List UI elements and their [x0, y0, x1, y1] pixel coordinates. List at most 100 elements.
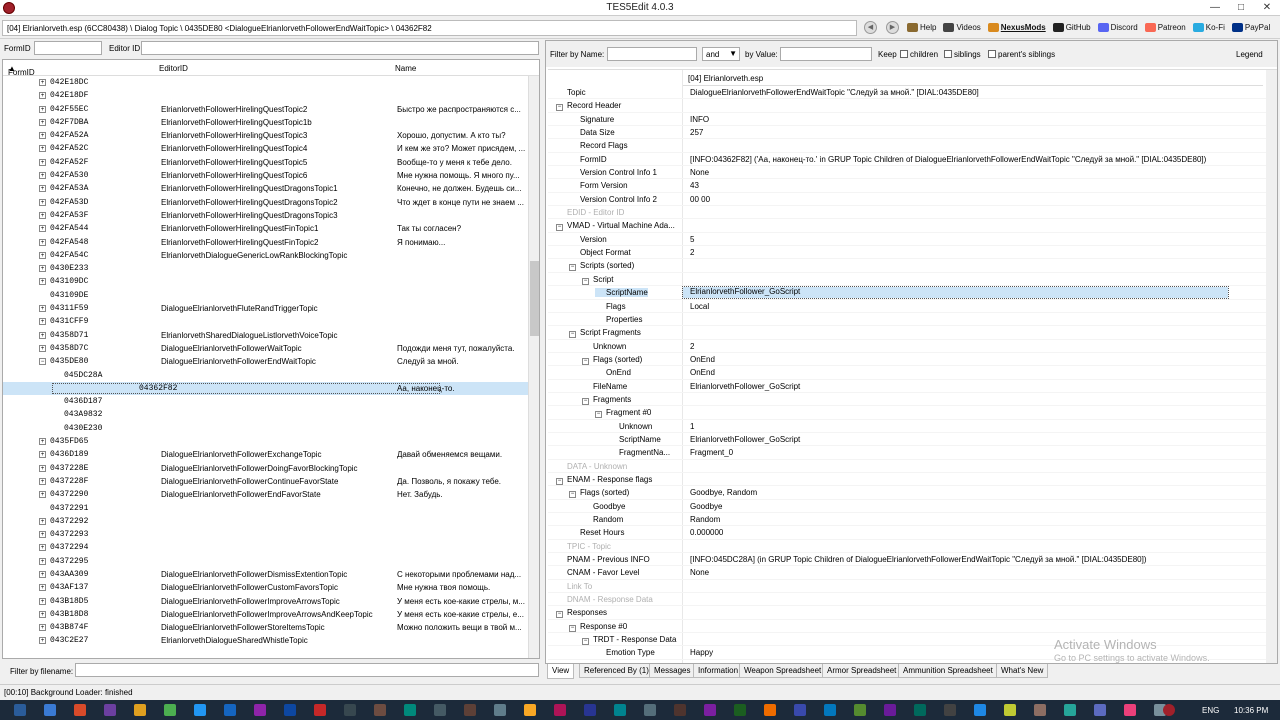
field-value[interactable]: 257 — [690, 128, 1230, 137]
expand-icon[interactable]: − — [39, 358, 46, 366]
taskbar-app-icon[interactable] — [164, 704, 176, 716]
tree-row[interactable]: +0437228E DialogueElrianlorvethFollowerDo… — [3, 462, 529, 475]
record-row[interactable]: TPIC - Topic — [548, 540, 1266, 554]
children-checkbox[interactable]: children — [900, 50, 938, 59]
record-path-field[interactable]: [04] Elrianlorveth.esp (6CC80438) \ Dial… — [2, 20, 857, 36]
taskbar-app-icon[interactable] — [524, 704, 536, 716]
link-help[interactable]: Help — [907, 23, 936, 32]
collapse-icon[interactable]: − — [582, 638, 589, 646]
taskbar-app-icon[interactable] — [434, 704, 446, 716]
field-value[interactable]: None — [690, 568, 1230, 577]
collapse-icon[interactable]: − — [556, 611, 563, 619]
collapse-icon[interactable]: − — [569, 331, 576, 339]
record-row[interactable]: CNAM - Favor Level None — [548, 566, 1266, 580]
field-value[interactable]: 2 — [690, 248, 1230, 257]
expand-icon[interactable]: + — [39, 238, 46, 246]
tab-messages[interactable]: Messages — [649, 664, 696, 678]
taskbar-app-icon[interactable] — [794, 704, 806, 716]
tree-row[interactable]: +042FA53A ElrianlorvethFollowerHirelingQu… — [3, 182, 529, 195]
record-row[interactable]: Data Size 257 — [548, 126, 1266, 140]
tree-row[interactable]: +04372294 — [3, 541, 529, 554]
taskbar-app-icon[interactable] — [104, 704, 116, 716]
taskbar-app-icon[interactable] — [464, 704, 476, 716]
tree-row[interactable]: +043B18D8 DialogueElrianlorvethFollowerIm… — [3, 608, 529, 621]
expand-icon[interactable]: + — [39, 185, 46, 193]
expand-icon[interactable]: + — [39, 344, 46, 352]
field-value[interactable]: Goodbye — [690, 502, 1230, 511]
back-icon[interactable]: ◀ — [864, 21, 877, 34]
record-row[interactable]: PNAM - Previous INFO [INFO:045DC28A] (in … — [548, 553, 1266, 567]
tree-row[interactable]: +0431CFF9 — [3, 315, 529, 328]
tree-row[interactable]: +042E18DC — [3, 76, 529, 89]
tree-row[interactable]: +043AA309 DialogueElrianlorvethFollowerDi… — [3, 568, 529, 581]
field-value[interactable]: 5 — [690, 235, 1230, 244]
taskbar-app-icon[interactable] — [1124, 704, 1136, 716]
record-row[interactable]: FormID [INFO:04362F82] ('Аа, наконец-то.'… — [548, 153, 1266, 167]
parents-siblings-checkbox[interactable]: parent's siblings — [988, 50, 1055, 59]
close-button[interactable]: ✕ — [1254, 0, 1280, 16]
tree-row[interactable]: +04311F59 DialogueElrianlorvethFluteRandT… — [3, 302, 529, 315]
field-value[interactable]: 1 — [690, 422, 1230, 431]
record-row[interactable]: FileName ElrianlorvethFollower_GoScript — [548, 380, 1266, 393]
tree-row[interactable]: +042F7DBA ElrianlorvethFollowerHirelingQu… — [3, 116, 529, 129]
filename-filter-input[interactable] — [75, 663, 539, 677]
tree-row[interactable]: +043AF137 DialogueElrianlorvethFollowerCu… — [3, 581, 529, 594]
record-row[interactable]: − Fragments — [548, 393, 1266, 407]
record-row[interactable]: Unknown 2 — [548, 340, 1266, 353]
taskbar-app-icon[interactable] — [1034, 704, 1046, 716]
taskbar-app-icon[interactable] — [374, 704, 386, 716]
tree-row[interactable]: +0435FD65 — [3, 435, 529, 448]
collapse-icon[interactable]: − — [556, 477, 563, 485]
record-row[interactable]: Link To — [548, 580, 1266, 594]
link-github[interactable]: GitHub — [1052, 23, 1091, 32]
record-row[interactable]: Properties — [548, 313, 1266, 327]
field-value[interactable]: 43 — [690, 181, 1230, 190]
record-row[interactable]: − Script Fragments — [548, 326, 1266, 340]
expand-icon[interactable]: + — [39, 225, 46, 233]
field-value[interactable]: 00 00 — [690, 195, 1230, 204]
field-value[interactable]: [INFO:045DC28A] (in GRUP Topic Children … — [690, 555, 1230, 564]
record-row[interactable]: Version Control Info 1 None — [548, 166, 1266, 180]
taskbar-app-icon[interactable] — [254, 704, 266, 716]
tree-row[interactable]: +043B874F DialogueElrianlorvethFollowerSt… — [3, 621, 529, 634]
record-row[interactable]: − VMAD - Virtual Machine Ada... — [548, 219, 1266, 233]
tab-what-s-new[interactable]: What's New — [996, 664, 1049, 678]
record-row[interactable]: Flags Local — [548, 300, 1266, 313]
taskbar-app-icon[interactable] — [734, 704, 746, 716]
record-row[interactable]: DATA - Unknown — [548, 460, 1266, 473]
record-row[interactable]: Version 5 — [548, 233, 1266, 247]
expand-icon[interactable]: + — [39, 331, 46, 339]
record-row[interactable]: Random Random — [548, 513, 1266, 527]
record-row[interactable]: − Fragment #0 — [548, 406, 1266, 420]
record-row[interactable]: ScriptName ElrianlorvethFollower_GoScript — [548, 286, 1266, 300]
clock[interactable]: 10:36 PM — [1234, 706, 1268, 715]
link-patreon[interactable]: Patreon — [1144, 23, 1186, 32]
record-row[interactable]: ScriptName ElrianlorvethFollower_GoScript — [548, 433, 1266, 447]
record-row[interactable]: Topic DialogueElrianlorvethFollowerEndWai… — [548, 86, 1266, 100]
siblings-checkbox-box[interactable] — [944, 50, 952, 58]
link-paypal[interactable]: PayPal — [1231, 23, 1270, 32]
taskbar-app-icon[interactable] — [404, 704, 416, 716]
tree-row[interactable]: +04358D71 ElrianlorvethSharedDialogueList… — [3, 329, 529, 342]
tree-row[interactable]: +042FA52A ElrianlorvethFollowerHirelingQu… — [3, 129, 529, 142]
field-value[interactable]: Goodbye, Random — [690, 488, 1230, 497]
taskbar-app-icon[interactable] — [344, 704, 356, 716]
record-row[interactable]: DNAM - Response Data — [548, 593, 1266, 607]
taskbar-app-icon[interactable] — [974, 704, 986, 716]
record-row[interactable]: − Flags (sorted) OnEnd — [548, 353, 1266, 367]
record-row[interactable]: Unknown 1 — [548, 420, 1266, 433]
record-scrollbar[interactable] — [1266, 70, 1277, 663]
field-value[interactable]: 2 — [690, 342, 1230, 351]
tab-ammunition-spreadsheet[interactable]: Ammunition Spreadsheet — [898, 664, 998, 678]
record-row[interactable]: − Scripts (sorted) — [548, 259, 1266, 273]
field-value[interactable]: OnEnd — [690, 355, 1230, 364]
expand-icon[interactable]: + — [39, 158, 46, 166]
tree-row[interactable]: 04362F82 Аа, наконец-то. — [3, 381, 529, 396]
expand-icon[interactable]: + — [39, 517, 46, 525]
expand-icon[interactable]: + — [39, 251, 46, 259]
expand-icon[interactable]: + — [39, 318, 46, 326]
expand-icon[interactable]: + — [39, 491, 46, 499]
expand-icon[interactable]: + — [39, 145, 46, 153]
taskbar-app-icon[interactable] — [224, 704, 236, 716]
link-videos[interactable]: Videos — [943, 23, 981, 32]
